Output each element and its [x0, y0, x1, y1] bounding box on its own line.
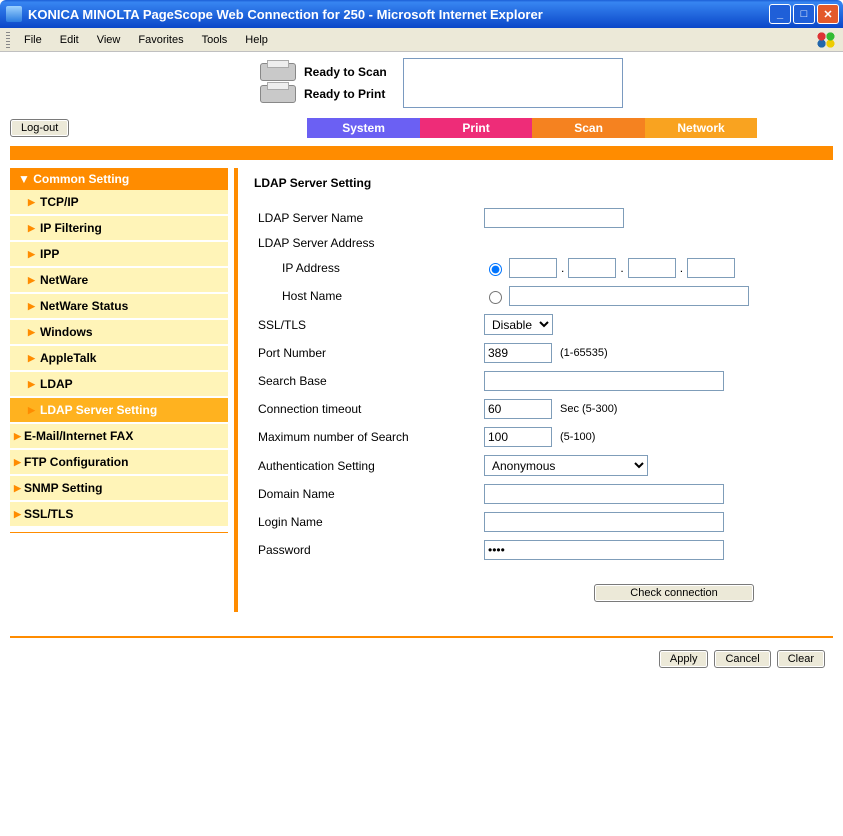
sidebar-item-ldap-server-setting[interactable]: LDAP Server Setting [10, 398, 228, 424]
input-ip-a[interactable] [509, 258, 557, 278]
menu-help[interactable]: Help [237, 31, 276, 49]
input-ip-c[interactable] [628, 258, 676, 278]
hint-port: (1-65535) [560, 347, 608, 359]
status-print: Ready to Print [304, 87, 385, 101]
input-ip-d[interactable] [687, 258, 735, 278]
status-scan: Ready to Scan [304, 65, 387, 79]
menu-tools[interactable]: Tools [194, 31, 236, 49]
grip-icon [6, 32, 10, 48]
divider-bar [10, 146, 833, 160]
label-max-search: Maximum number of Search [254, 430, 484, 444]
ie-icon [6, 6, 22, 22]
sidebar-item-tcpip[interactable]: TCP/IP [10, 190, 228, 216]
input-login[interactable] [484, 512, 724, 532]
label-domain: Domain Name [254, 487, 484, 501]
menu-favorites[interactable]: Favorites [130, 31, 191, 49]
clear-button[interactable]: Clear [777, 650, 825, 668]
input-host-name[interactable] [509, 286, 749, 306]
check-connection-button[interactable]: Check connection [594, 584, 754, 602]
sidebar-item-netware-status[interactable]: NetWare Status [10, 294, 228, 320]
input-timeout[interactable] [484, 399, 552, 419]
window-titlebar: KONICA MINOLTA PageScope Web Connection … [0, 0, 843, 28]
sidebar: Common Setting TCP/IP IP Filtering IPP N… [10, 168, 238, 612]
sidebar-header[interactable]: Common Setting [10, 168, 228, 190]
sidebar-item-snmp[interactable]: SNMP Setting [10, 476, 228, 502]
label-host-name: Host Name [254, 289, 484, 303]
maximize-button[interactable]: □ [793, 4, 815, 24]
label-password: Password [254, 543, 484, 557]
window-title: KONICA MINOLTA PageScope Web Connection … [28, 7, 543, 22]
menu-edit[interactable]: Edit [52, 31, 87, 49]
hint-timeout: Sec (5-300) [560, 403, 617, 415]
label-search-base: Search Base [254, 374, 484, 388]
printer-icon [260, 85, 296, 103]
menu-file[interactable]: File [16, 31, 50, 49]
label-server-address: LDAP Server Address [254, 236, 484, 250]
label-server-name: LDAP Server Name [254, 211, 484, 225]
close-button[interactable]: ✕ [817, 4, 839, 24]
label-auth: Authentication Setting [254, 459, 484, 473]
input-ip-b[interactable] [568, 258, 616, 278]
label-timeout: Connection timeout [254, 402, 484, 416]
page-title: LDAP Server Setting [254, 176, 823, 190]
minimize-button[interactable]: _ [769, 4, 791, 24]
bottom-divider [10, 636, 833, 638]
menubar: File Edit View Favorites Tools Help [0, 28, 843, 52]
cancel-button[interactable]: Cancel [714, 650, 770, 668]
scanner-icon [260, 63, 296, 81]
top-tabs: System Print Scan Network [307, 118, 757, 138]
input-max-search[interactable] [484, 427, 552, 447]
tab-print[interactable]: Print [420, 118, 533, 138]
main-panel: LDAP Server Setting LDAP Server Name LDA… [244, 168, 833, 612]
sidebar-item-netware[interactable]: NetWare [10, 268, 228, 294]
label-ssl: SSL/TLS [254, 318, 484, 332]
apply-button[interactable]: Apply [659, 650, 709, 668]
label-login: Login Name [254, 515, 484, 529]
tab-system[interactable]: System [307, 118, 420, 138]
input-server-name[interactable] [484, 208, 624, 228]
select-auth[interactable]: Anonymous [484, 455, 648, 476]
sidebar-item-ftp[interactable]: FTP Configuration [10, 450, 228, 476]
input-domain[interactable] [484, 484, 724, 504]
tab-network[interactable]: Network [645, 118, 758, 138]
sidebar-item-windows[interactable]: Windows [10, 320, 228, 346]
label-port: Port Number [254, 346, 484, 360]
sidebar-item-ldap[interactable]: LDAP [10, 372, 228, 398]
radio-host-name[interactable] [489, 291, 502, 304]
select-ssl[interactable]: Disable [484, 314, 553, 335]
input-port[interactable] [484, 343, 552, 363]
menu-view[interactable]: View [89, 31, 129, 49]
hint-max: (5-100) [560, 431, 595, 443]
sidebar-item-email[interactable]: E-Mail/Internet FAX [10, 424, 228, 450]
label-ip-address: IP Address [254, 261, 484, 275]
sidebar-item-appletalk[interactable]: AppleTalk [10, 346, 228, 372]
input-search-base[interactable] [484, 371, 724, 391]
input-password[interactable] [484, 540, 724, 560]
logout-button[interactable]: Log-out [10, 119, 69, 137]
sidebar-divider [10, 532, 228, 533]
sidebar-item-ssltls[interactable]: SSL/TLS [10, 502, 228, 528]
windows-logo-icon [815, 31, 837, 49]
status-preview-box [403, 58, 623, 108]
sidebar-item-ipfiltering[interactable]: IP Filtering [10, 216, 228, 242]
radio-ip-address[interactable] [489, 263, 502, 276]
tab-scan[interactable]: Scan [532, 118, 645, 138]
sidebar-item-ipp[interactable]: IPP [10, 242, 228, 268]
